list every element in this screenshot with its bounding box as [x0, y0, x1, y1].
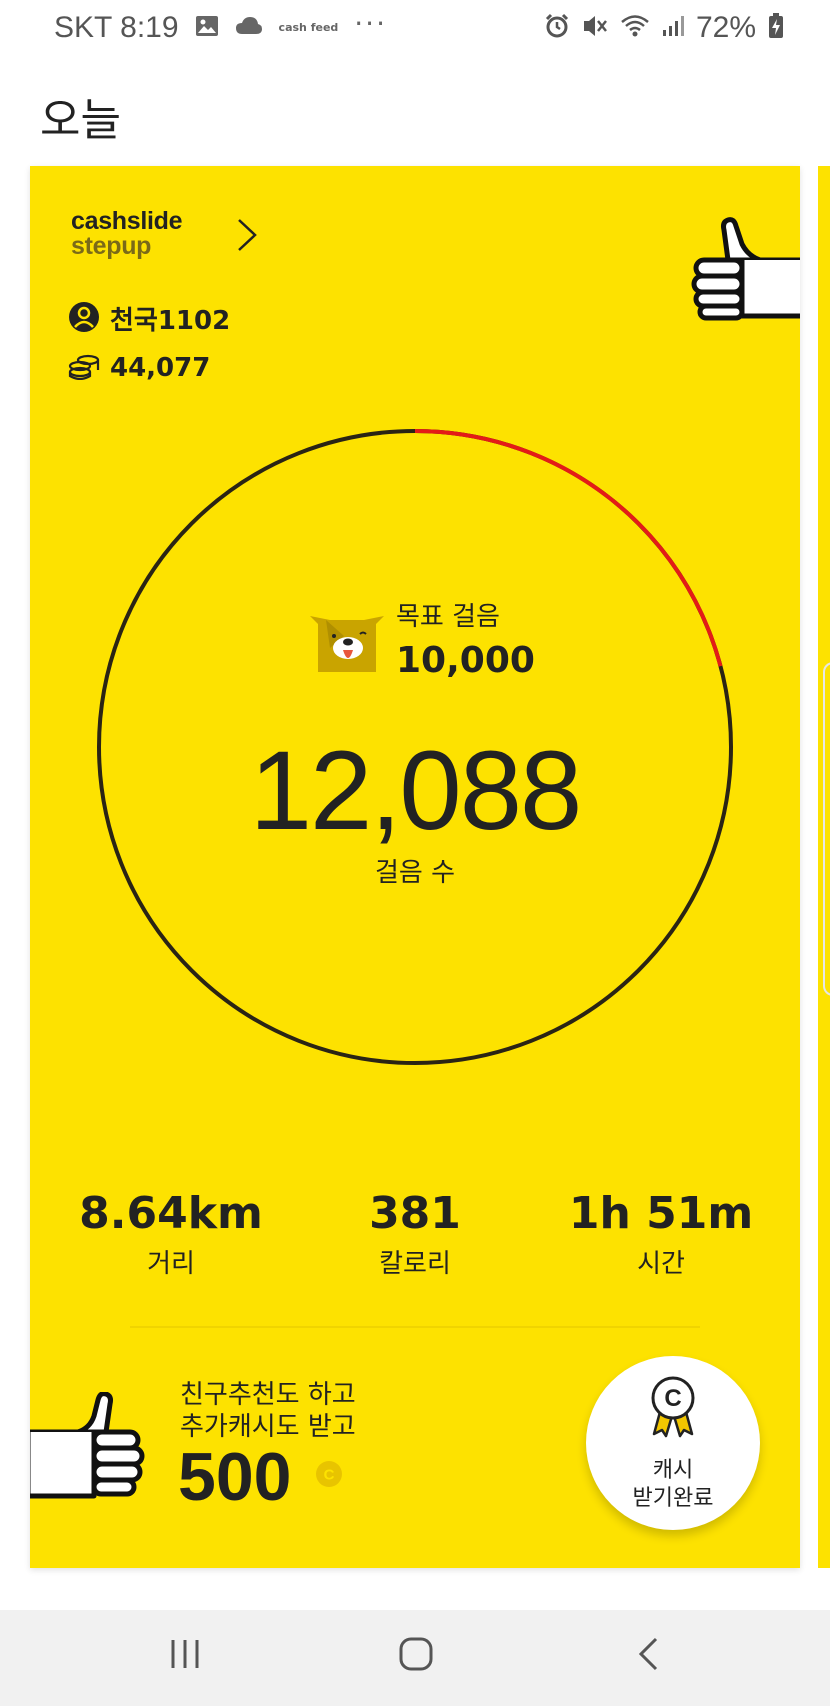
battery-percent: 72% — [695, 11, 756, 44]
cash-button-line2: 받기완료 — [632, 1486, 714, 1511]
coin-row: 44,077 — [68, 352, 210, 384]
coin-balance: 44,077 — [110, 353, 211, 383]
user-icon — [68, 301, 100, 337]
signal-icon — [662, 14, 684, 42]
goal-value: 10,000 — [396, 640, 535, 681]
user-name: 천국1102 — [110, 306, 231, 336]
medal-icon: C — [648, 1376, 698, 1442]
dog-mascot-icon — [308, 614, 386, 680]
stat-distance-value: 8.64km — [79, 1188, 263, 1239]
logo-line2: stepup — [71, 232, 152, 260]
battery-icon — [768, 13, 784, 43]
cash-coin-symbol: C — [324, 1467, 335, 1484]
chevron-right-icon[interactable] — [236, 218, 258, 256]
stepup-card[interactable]: cashslide stepup 천국1102 44,077 목표 걸음 10,… — [30, 166, 800, 1568]
logo-line1: cashslide — [71, 207, 183, 235]
status-bar-left: SKT 8:19 cash feed ··· — [54, 6, 387, 50]
page-title: 오늘 — [40, 95, 121, 146]
recent-apps-icon[interactable] — [168, 1636, 202, 1676]
stat-calories-value: 381 — [369, 1188, 461, 1239]
stat-distance: 8.64km 거리 — [46, 1188, 296, 1280]
wifi-icon — [620, 14, 650, 42]
vibrate-mute-icon — [582, 13, 608, 43]
cashslide-stepup-logo[interactable]: cashslide stepup — [71, 207, 183, 260]
next-card-edge — [823, 662, 830, 996]
stat-time: 1h 51m 시간 — [536, 1188, 786, 1280]
thumbs-up-icon — [690, 216, 800, 330]
more-dots-icon: ··· — [354, 6, 387, 40]
stat-time-value: 1h 51m — [568, 1188, 754, 1239]
user-row: 천국1102 — [68, 300, 230, 337]
invite-bonus-amount[interactable]: 500 — [178, 1438, 291, 1516]
stat-calories-label: 칼로리 — [379, 1249, 451, 1279]
cloud-icon — [235, 16, 263, 40]
coin-stack-icon — [68, 352, 100, 384]
divider — [130, 1326, 700, 1328]
goal-label: 목표 걸음 — [396, 602, 500, 632]
stat-time-label: 시간 — [637, 1249, 685, 1279]
cash-receive-button[interactable]: C 캐시 받기완료 — [586, 1356, 760, 1530]
home-icon[interactable] — [398, 1636, 434, 1676]
image-icon — [195, 15, 219, 41]
status-bar-right: 72% — [544, 6, 784, 50]
alarm-icon — [544, 13, 570, 43]
stat-calories: 381 칼로리 — [290, 1188, 540, 1280]
cashfeed-icon: cash feed — [278, 21, 339, 34]
stat-distance-label: 거리 — [147, 1249, 195, 1279]
thumbs-up-icon-bottom — [30, 1391, 148, 1506]
status-bar: SKT 8:19 cash feed ··· 72% — [0, 0, 830, 56]
back-icon[interactable] — [636, 1636, 662, 1676]
cash-coin-icon: C — [315, 1460, 343, 1492]
system-nav-bar — [0, 1610, 830, 1706]
medal-symbol: C — [664, 1385, 681, 1412]
step-count: 12,088 — [249, 728, 583, 853]
status-carrier-time: SKT 8:19 — [54, 11, 179, 44]
step-count-label: 걸음 수 — [374, 858, 456, 888]
